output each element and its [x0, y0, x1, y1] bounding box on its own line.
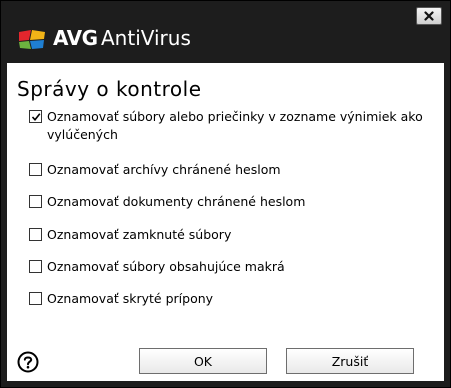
cancel-button[interactable]: Zrušiť	[286, 348, 414, 374]
close-button[interactable]	[416, 7, 442, 25]
dialog-content: Správy o kontrole Oznamovať súbory alebo…	[7, 63, 444, 381]
checkbox[interactable]	[29, 292, 42, 305]
page-title: Správy o kontrole	[17, 77, 202, 101]
checkbox[interactable]	[29, 260, 42, 273]
option-label: Oznamovať dokumenty chránené heslom	[47, 194, 306, 209]
option-report-password-archives[interactable]: Oznamovať archívy chránené heslom	[29, 161, 437, 179]
ok-button[interactable]: OK	[139, 348, 267, 374]
option-label: Oznamovať archívy chránené heslom	[47, 162, 281, 177]
checkbox[interactable]	[29, 195, 42, 208]
brand-name: AVG	[53, 26, 98, 50]
option-label: Oznamovať súbory alebo priečinky v zozna…	[47, 109, 423, 142]
avg-logo-icon	[19, 30, 45, 49]
option-report-locked-files[interactable]: Oznamovať zamknuté súbory	[29, 226, 437, 244]
option-label: Oznamovať zamknuté súbory	[47, 227, 232, 242]
option-report-hidden-extensions[interactable]: Oznamovať skryté prípony	[29, 290, 437, 308]
close-icon	[424, 11, 434, 21]
checkbox[interactable]	[29, 228, 42, 241]
checkbox[interactable]	[29, 110, 42, 123]
option-report-password-documents[interactable]: Oznamovať dokumenty chránené heslom	[29, 193, 437, 211]
option-label: Oznamovať skryté prípony	[47, 291, 214, 306]
option-label: Oznamovať súbory obsahujúce makrá	[47, 259, 285, 274]
check-icon	[31, 113, 41, 122]
title-bar[interactable]: AVG AntiVirus	[1, 1, 450, 63]
product-name: AntiVirus	[101, 26, 191, 50]
dialog-window: AVG AntiVirus Správy o kontrole Oznamova…	[0, 0, 451, 388]
checkbox[interactable]	[29, 163, 42, 176]
option-report-excluded[interactable]: Oznamovať súbory alebo priečinky v zozna…	[29, 108, 437, 144]
help-icon[interactable]	[17, 351, 39, 373]
option-report-macros[interactable]: Oznamovať súbory obsahujúce makrá	[29, 258, 437, 276]
